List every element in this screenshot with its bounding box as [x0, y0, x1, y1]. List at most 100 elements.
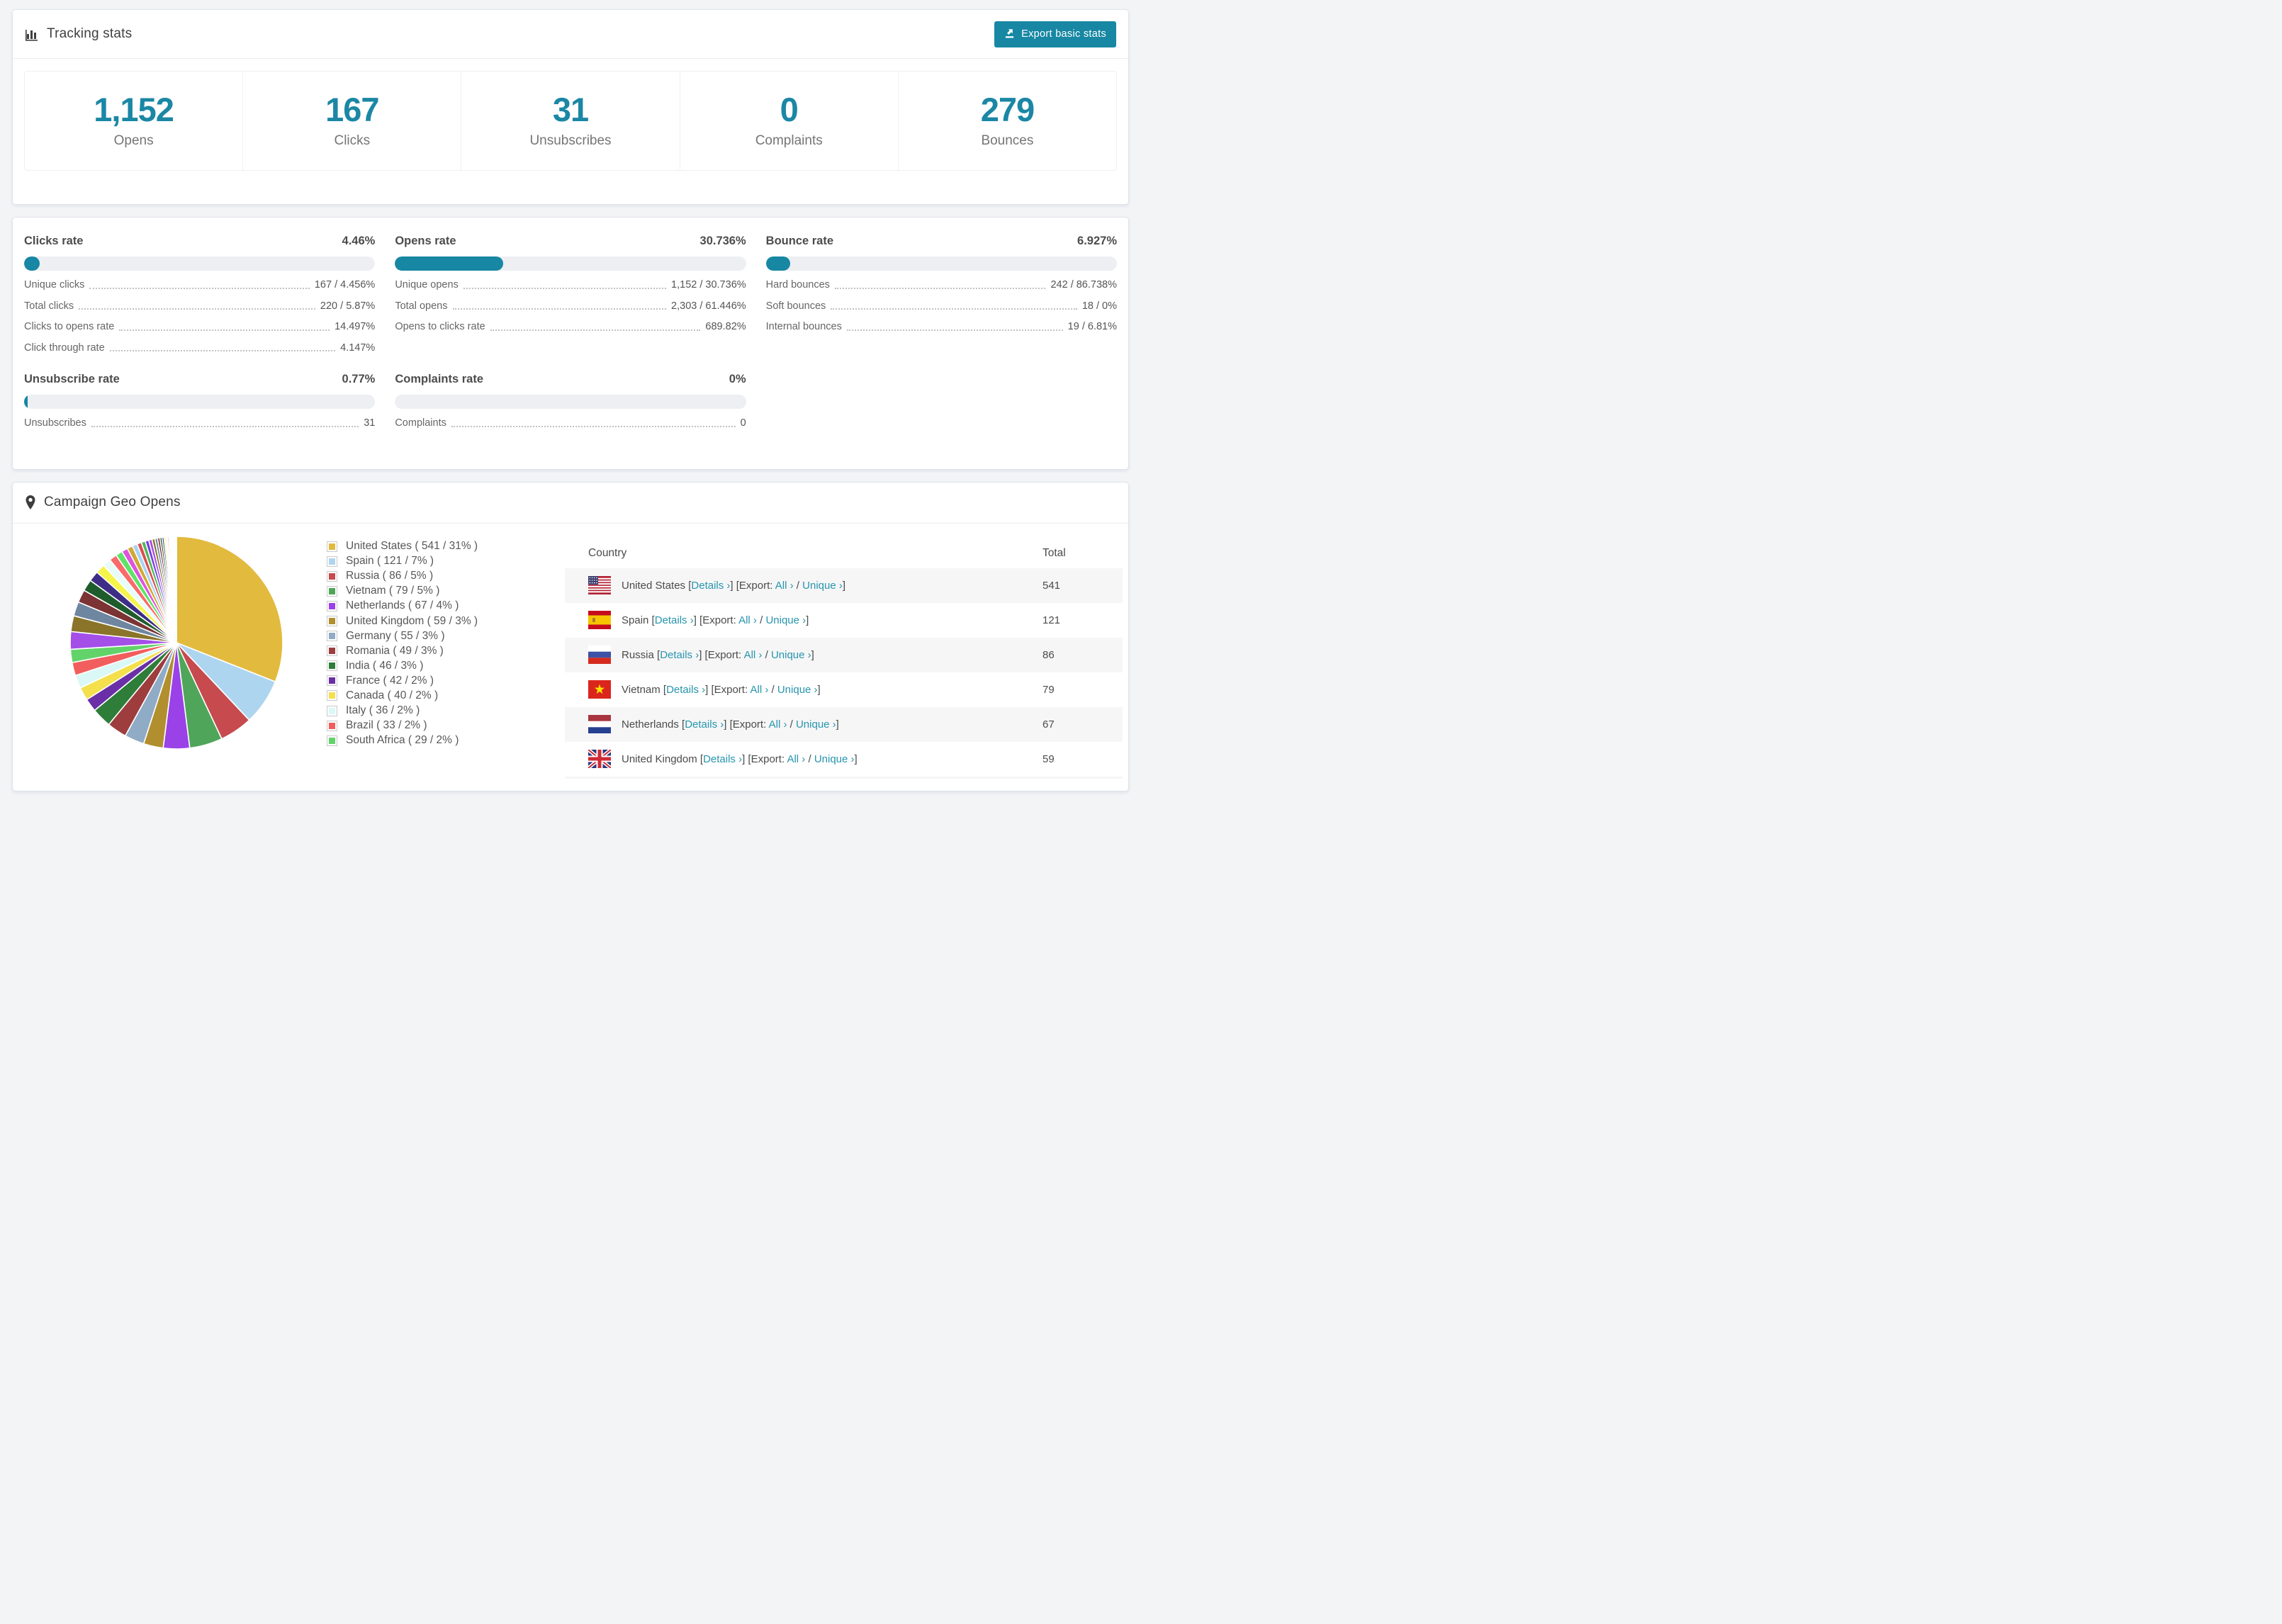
legend-label: France ( 42 / 2% )	[346, 674, 434, 687]
stat-box-bounces: 279 Bounces	[899, 72, 1116, 170]
dotted-leader	[846, 329, 1063, 331]
legend-label: United States ( 541 / 31% )	[346, 540, 478, 553]
legend-swatch-icon	[327, 570, 337, 582]
export-unique-link[interactable]: Unique ›	[802, 580, 843, 592]
geo-table-header-row: Country Total	[565, 538, 1123, 568]
rate-detail-label: Unique clicks	[24, 279, 85, 291]
rate-detail-value: 19 / 6.81%	[1067, 321, 1117, 332]
stat-value: 0	[780, 91, 799, 128]
rate-section-opens-rate: Opens rate 30.736% Unique opens 1,152 / 30.…	[395, 233, 746, 354]
rate-detail-row: Click through rate 4.147%	[24, 342, 375, 355]
dotted-leader	[91, 425, 359, 427]
export-all-link[interactable]: All ›	[750, 684, 768, 696]
country-links: United States [Details ›] [Export: All ›…	[622, 579, 846, 592]
rate-detail-row: Total opens 2,303 / 61.446%	[395, 300, 746, 313]
legend-item-germany[interactable]: Germany ( 55 / 3% )	[327, 628, 522, 643]
legend-item-south-africa[interactable]: South Africa ( 29 / 2% )	[327, 733, 522, 748]
legend-label: Romania ( 49 / 3% )	[346, 644, 444, 657]
export-all-link[interactable]: All ›	[769, 718, 787, 731]
details-link[interactable]: Details ›	[685, 718, 724, 731]
stats-summary-row: 1,152 Opens 167 Clicks 31 Unsubscribes 0 Compla…	[24, 71, 1117, 171]
legend-item-netherlands[interactable]: Netherlands ( 67 / 4% )	[327, 599, 522, 614]
export-all-link[interactable]: All ›	[787, 753, 805, 765]
legend-swatch-icon	[327, 735, 337, 746]
export-icon	[1004, 28, 1015, 41]
country-cell: Russia [Details ›] [Export: All › / Uniq…	[588, 638, 1041, 672]
stat-value: 279	[980, 91, 1035, 128]
progress-bar-track	[395, 395, 746, 409]
country-cell: Spain [Details ›] [Export: All › / Uniqu…	[588, 604, 1041, 637]
table-row-united-kingdom: United Kingdom [Details ›] [Export: All …	[565, 742, 1123, 777]
legend-item-canada[interactable]: Canada ( 40 / 2% )	[327, 688, 522, 703]
rate-detail-row: Soft bounces 18 / 0%	[766, 300, 1117, 313]
legend-item-brazil[interactable]: Brazil ( 33 / 2% )	[327, 718, 522, 733]
export-basic-stats-button[interactable]: Export basic stats	[994, 21, 1116, 47]
legend-item-united-states[interactable]: United States ( 541 / 31% )	[327, 539, 522, 554]
progress-bar-fill	[395, 256, 503, 271]
legend-swatch-icon	[327, 690, 337, 701]
geo-opens-pie-chart[interactable]	[69, 535, 284, 750]
progress-bar-fill	[24, 256, 40, 271]
legend-item-united-kingdom[interactable]: United Kingdom ( 59 / 3% )	[327, 614, 522, 628]
rate-value: 4.46%	[342, 235, 376, 247]
progress-bar-track	[765, 256, 1117, 271]
progress-bar-fill	[24, 395, 28, 409]
map-pin-icon	[25, 495, 36, 509]
total-cell: 79	[1042, 683, 1055, 696]
legend-label: United Kingdom ( 59 / 3% )	[346, 614, 478, 627]
geo-opens-header: Campaign Geo Opens	[13, 483, 1128, 523]
details-link[interactable]: Details ›	[655, 614, 694, 626]
export-unique-link[interactable]: Unique ›	[814, 753, 855, 765]
dotted-leader	[831, 308, 1077, 310]
geo-opens-title-wrap: Campaign Geo Opens	[25, 495, 181, 510]
geo-content: United States ( 541 / 31% ) Spain ( 121 /…	[13, 524, 1128, 791]
legend-item-russia[interactable]: Russia ( 86 / 5% )	[327, 569, 522, 584]
progress-bar-track	[395, 256, 746, 271]
legend-label: South Africa ( 29 / 2% )	[346, 734, 459, 747]
tracking-stats-header: Tracking stats Export basic stats	[13, 10, 1128, 58]
legend-item-vietnam[interactable]: Vietnam ( 79 / 5% )	[327, 584, 522, 599]
geo-pie-column	[69, 535, 284, 779]
export-unique-link[interactable]: Unique ›	[796, 718, 836, 731]
legend-item-india[interactable]: India ( 46 / 3% )	[327, 658, 522, 673]
legend-swatch-icon	[327, 660, 337, 672]
details-link[interactable]: Details ›	[703, 753, 742, 765]
geo-pie-legend: United States ( 541 / 31% ) Spain ( 121 /…	[327, 535, 522, 779]
details-link[interactable]: Details ›	[666, 684, 705, 696]
export-unique-link[interactable]: Unique ›	[765, 614, 806, 626]
rate-detail-row: Unique clicks 167 / 4.456%	[24, 278, 375, 292]
rate-detail-value: 31	[364, 417, 376, 429]
rate-detail-label: Internal bounces	[765, 321, 842, 332]
rate-detail-label: Complaints	[395, 417, 446, 429]
export-unique-link[interactable]: Unique ›	[777, 684, 818, 696]
rate-detail-label: Total opens	[395, 300, 448, 312]
rate-detail-value: 689.82%	[705, 321, 746, 332]
rate-detail-value: 4.147%	[340, 342, 376, 354]
details-link[interactable]: Details ›	[691, 580, 730, 592]
export-unique-link[interactable]: Unique ›	[771, 649, 811, 661]
rate-detail-row: Opens to clicks rate 689.82%	[395, 320, 746, 334]
rate-section-complaints-rate: Complaints rate 0% Complaints 0	[395, 371, 746, 430]
section-title: Campaign Geo Opens	[44, 495, 181, 509]
rate-section-clicks-rate: Clicks rate 4.46% Unique clicks 167 / 4.456…	[24, 233, 376, 355]
rate-detail-value: 167 / 4.456%	[314, 279, 376, 291]
legend-item-france[interactable]: France ( 42 / 2% )	[327, 673, 522, 688]
rate-detail-label: Total clicks	[24, 300, 74, 312]
legend-swatch-icon	[327, 645, 337, 657]
legend-item-spain[interactable]: Spain ( 121 / 7% )	[327, 554, 522, 569]
legend-item-italy[interactable]: Italy ( 36 / 2% )	[327, 704, 522, 718]
flag-us-icon	[588, 576, 611, 594]
table-row-russia: Russia [Details ›] [Export: All › / Uniq…	[565, 637, 1123, 672]
export-all-link[interactable]: All ›	[775, 580, 794, 592]
rate-detail-label: Hard bounces	[765, 279, 830, 291]
rate-detail-label: Opens to clicks rate	[395, 321, 485, 332]
legend-swatch-icon	[327, 585, 337, 597]
rate-detail-value: 242 / 86.738%	[1050, 279, 1117, 291]
export-all-link[interactable]: All ›	[738, 614, 757, 626]
details-link[interactable]: Details ›	[660, 649, 699, 661]
export-all-link[interactable]: All ›	[744, 649, 763, 661]
legend-item-romania[interactable]: Romania ( 49 / 3% )	[327, 643, 522, 658]
rate-detail-value: 14.497%	[335, 321, 376, 332]
stat-value: 1,152	[94, 91, 174, 128]
rate-detail-row: Total clicks 220 / 5.87%	[24, 300, 375, 313]
